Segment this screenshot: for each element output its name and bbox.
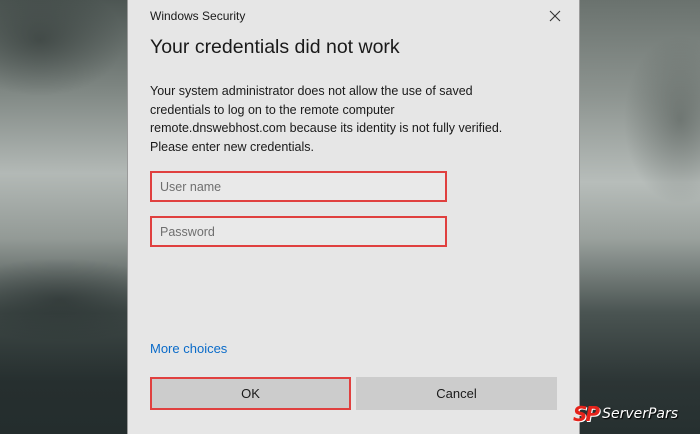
serverpars-watermark-logo: SP ServerPars [573,400,678,428]
ok-button-label: OK [241,386,260,401]
username-input[interactable] [150,171,447,202]
close-icon [549,10,561,22]
message-line: Your system administrator does not allow… [150,84,473,98]
close-button[interactable] [545,6,565,26]
windows-security-dialog: Windows Security Your credentials did no… [127,0,580,434]
background-right [580,0,700,434]
message-line: remote.dnswebhost.com because its identi… [150,121,503,135]
more-choices-link[interactable]: More choices [150,341,227,356]
background-left [0,0,127,434]
message-line: Please enter new credentials. [150,139,314,154]
cancel-button[interactable]: Cancel [356,377,557,410]
message-line: credentials to log on to the remote comp… [150,102,395,117]
logo-mark: SP [573,402,600,426]
logo-text: ServerPars [602,406,679,422]
password-input[interactable] [150,216,447,247]
cancel-button-label: Cancel [436,386,477,401]
ok-button[interactable]: OK [150,377,351,410]
dialog-message: Your system administrator does not allow… [150,82,560,156]
window-title: Windows Security [150,9,246,23]
dialog-heading: Your credentials did not work [150,36,400,58]
